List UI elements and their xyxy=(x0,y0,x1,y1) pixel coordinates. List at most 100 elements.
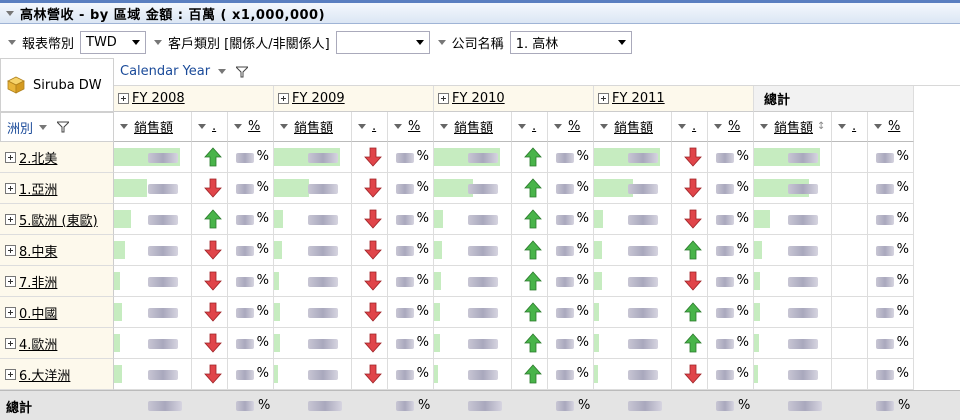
row-label[interactable]: 4.歐洲 xyxy=(19,334,57,353)
redacted-value xyxy=(556,215,574,225)
redacted-value xyxy=(468,339,498,349)
year-label[interactable]: FY 2009 xyxy=(292,91,345,106)
chevron-down-icon[interactable] xyxy=(554,124,562,129)
chevron-down-icon[interactable] xyxy=(437,39,446,45)
row-label-cell[interactable]: 4.歐洲 xyxy=(0,328,114,359)
chevron-down-icon[interactable] xyxy=(120,124,128,129)
collapse-triangle-icon[interactable] xyxy=(6,10,14,16)
measure-header-sales[interactable]: 銷售額 xyxy=(434,112,512,142)
measure-header-sales[interactable]: 銷售額 ↕ xyxy=(754,112,832,142)
chevron-down-icon[interactable] xyxy=(678,124,686,129)
expand-plus-icon[interactable] xyxy=(5,368,16,380)
year-header[interactable]: FY 2008 xyxy=(114,86,274,112)
year-header[interactable]: FY 2010 xyxy=(434,86,594,112)
redacted-value xyxy=(236,370,254,380)
currency-select[interactable]: TWD xyxy=(80,30,147,54)
chevron-down-icon[interactable] xyxy=(39,124,48,130)
chevron-down-icon[interactable] xyxy=(874,124,882,129)
column-dimension-header[interactable]: Calendar Year xyxy=(114,58,960,86)
chevron-down-icon[interactable] xyxy=(154,39,163,45)
measure-header-pct[interactable]: % xyxy=(548,112,594,142)
expand-plus-icon[interactable] xyxy=(5,275,16,287)
expand-plus-icon[interactable] xyxy=(5,337,16,349)
row-label[interactable]: 0.中國 xyxy=(19,303,57,322)
chevron-down-icon[interactable] xyxy=(440,124,448,129)
expand-plus-icon[interactable] xyxy=(278,93,289,104)
sort-az-icon[interactable]: ↕ xyxy=(817,121,825,132)
report-title: 高林營收 - by 區域 金額 : 百萬 ( x1,000,000) xyxy=(20,7,326,23)
chevron-down-icon[interactable] xyxy=(518,124,526,129)
year-header[interactable]: FY 2009 xyxy=(274,86,434,112)
percent-cell: % xyxy=(548,266,594,297)
expand-plus-icon[interactable] xyxy=(438,93,449,104)
measure-header-pct[interactable]: % xyxy=(388,112,434,142)
trend-cell xyxy=(192,142,228,173)
measure-header-dot[interactable]: . xyxy=(352,112,388,142)
row-label-cell[interactable]: 8.中東 xyxy=(0,235,114,266)
customer-type-select[interactable] xyxy=(335,30,430,54)
year-label[interactable]: FY 2010 xyxy=(452,91,505,106)
chevron-down-icon[interactable] xyxy=(394,124,402,129)
percent-cell: % xyxy=(548,359,594,390)
measure-header-dot[interactable]: . xyxy=(672,112,708,142)
sales-bar xyxy=(434,272,441,290)
year-label[interactable]: FY 2008 xyxy=(132,91,185,106)
expand-plus-icon[interactable] xyxy=(5,151,16,163)
measure-header-sales[interactable]: 銷售額 xyxy=(114,112,192,142)
percent-cell: % xyxy=(228,204,274,235)
redacted-value xyxy=(556,277,574,287)
chevron-down-icon[interactable] xyxy=(218,69,227,74)
filter-icon[interactable] xyxy=(236,66,249,78)
row-label-cell[interactable]: 2.北美 xyxy=(0,142,114,173)
filter-company: 公司名稱 xyxy=(436,33,504,52)
measure-header-dot[interactable]: . xyxy=(832,112,868,142)
sales-bar xyxy=(274,365,278,383)
row-label-cell[interactable]: 1.亞洲 xyxy=(0,173,114,204)
expand-plus-icon[interactable] xyxy=(598,93,609,104)
row-label[interactable]: 7.非洲 xyxy=(19,272,57,291)
chevron-down-icon[interactable] xyxy=(760,124,768,129)
row-label[interactable]: 6.大洋洲 xyxy=(19,365,70,384)
chevron-down-icon[interactable] xyxy=(714,124,722,129)
measure-header-pct[interactable]: % xyxy=(228,112,274,142)
row-label[interactable]: 8.中東 xyxy=(19,241,57,260)
sales-value-cell xyxy=(434,328,512,359)
expand-plus-icon[interactable] xyxy=(5,182,16,194)
row-label[interactable]: 2.北美 xyxy=(19,148,57,167)
chevron-down-icon[interactable] xyxy=(198,124,206,129)
measure-header-sales[interactable]: 銷售額 xyxy=(594,112,672,142)
row-label[interactable]: 1.亞洲 xyxy=(19,179,57,198)
chevron-down-icon[interactable] xyxy=(838,124,846,129)
year-label[interactable]: FY 2011 xyxy=(612,91,665,106)
report-title-bar[interactable]: 高林營收 - by 區域 金額 : 百萬 ( x1,000,000) xyxy=(0,0,960,24)
sales-value-cell xyxy=(434,297,512,328)
row-dimension-header[interactable]: 洲別 xyxy=(0,112,114,142)
sales-value-cell xyxy=(114,204,192,235)
expand-plus-icon[interactable] xyxy=(5,306,16,318)
percent-sign: % xyxy=(256,335,269,350)
expand-plus-icon[interactable] xyxy=(118,93,129,104)
row-label-cell[interactable]: 0.中國 xyxy=(0,297,114,328)
year-header[interactable]: FY 2011 xyxy=(594,86,754,112)
chevron-down-icon[interactable] xyxy=(234,124,242,129)
chevron-down-icon[interactable] xyxy=(8,39,16,45)
row-label-cell[interactable]: 7.非洲 xyxy=(0,266,114,297)
chevron-down-icon[interactable] xyxy=(280,124,288,129)
measure-header-dot[interactable]: . xyxy=(512,112,548,142)
row-label-cell[interactable]: 5.歐洲 (東歐) xyxy=(0,204,114,235)
expand-plus-icon[interactable] xyxy=(5,244,16,256)
chevron-down-icon[interactable] xyxy=(600,124,608,129)
up-arrow-icon xyxy=(524,333,542,353)
measure-header-pct[interactable]: % xyxy=(708,112,754,142)
measure-header-pct[interactable]: % xyxy=(868,112,914,142)
redacted-value xyxy=(308,277,338,287)
measure-header-sales[interactable]: 銷售額 xyxy=(274,112,352,142)
filter-icon[interactable] xyxy=(57,121,70,133)
expand-plus-icon[interactable] xyxy=(5,213,16,225)
row-label-cell[interactable]: 6.大洋洲 xyxy=(0,359,114,390)
chevron-down-icon[interactable] xyxy=(358,124,366,129)
measure-header-dot[interactable]: . xyxy=(192,112,228,142)
sales-bar xyxy=(114,272,120,290)
company-select[interactable]: 1. 高林 xyxy=(509,30,632,54)
row-label[interactable]: 5.歐洲 (東歐) xyxy=(19,210,98,229)
